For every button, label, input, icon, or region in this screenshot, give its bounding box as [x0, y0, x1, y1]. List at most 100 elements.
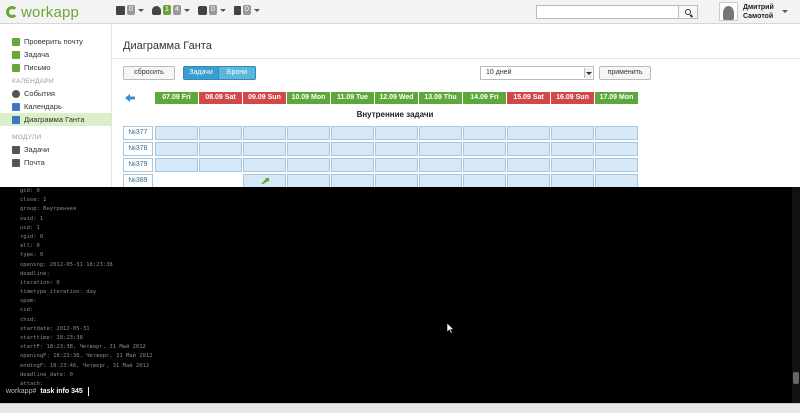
back-arrow-icon[interactable]: [125, 93, 135, 103]
sidebar-item-mail[interactable]: Почта: [0, 156, 111, 169]
console-line: group: Внутренняя: [20, 206, 77, 213]
gantt-bar-cell[interactable]: [419, 142, 462, 156]
gantt-bar-cell[interactable]: [331, 174, 374, 188]
gantt-bar-cell[interactable]: [507, 126, 550, 140]
select-arrow-icon: [584, 68, 592, 78]
gantt-bar-cell[interactable]: [419, 158, 462, 172]
gantt-bar-cell[interactable]: [243, 174, 286, 188]
gantt-bar-cell[interactable]: [287, 174, 330, 188]
gantt-bar-cell[interactable]: [331, 158, 374, 172]
console-scrollbar[interactable]: [792, 187, 800, 403]
sidebar-item-label: Проверить почту: [24, 37, 83, 46]
sidebar-item-calendar[interactable]: Календарь: [0, 100, 111, 113]
top-bar: workapp 0 1 4 0 0 Дмитрий Самотой: [0, 0, 800, 24]
user-menu-chevron-icon[interactable]: [782, 10, 788, 13]
trash-counter[interactable]: 0: [234, 5, 260, 15]
gantt-bar-cell[interactable]: [155, 142, 198, 156]
gantt-bar-cell[interactable]: [463, 126, 506, 140]
sidebar-item-tasks[interactable]: Задачи: [0, 143, 111, 156]
sidebar: Проверить почту Задача Письмо КАЛЕНДАРИ …: [0, 25, 112, 187]
main-content: Диаграмма Ганта сбросить Задачи Брони 10…: [113, 25, 800, 188]
gantt-bar-cell[interactable]: [375, 174, 418, 188]
task-row: №377: [123, 125, 639, 141]
gantt-bar-cell[interactable]: [595, 142, 638, 156]
tasks-counter[interactable]: 0: [116, 5, 144, 15]
sidebar-item-check-mail[interactable]: Проверить почту: [0, 35, 111, 48]
logo[interactable]: workapp: [6, 3, 79, 21]
console-prompt-row[interactable]: workapp# task info 345: [6, 387, 89, 396]
gantt-bar-cell[interactable]: [199, 142, 242, 156]
avatar[interactable]: [719, 2, 738, 21]
console-command-input[interactable]: task info 345: [40, 388, 82, 395]
apply-button[interactable]: применить: [599, 66, 651, 80]
gantt-bar-cell[interactable]: [463, 174, 506, 188]
gantt-bar-cell[interactable]: [551, 142, 594, 156]
user-name[interactable]: Дмитрий Самотой: [743, 3, 783, 21]
reset-button[interactable]: сбросить: [123, 66, 175, 80]
console-line: timetype_iteration: day: [20, 289, 97, 296]
gantt-bar-cell[interactable]: [375, 158, 418, 172]
logo-icon: [6, 6, 18, 18]
page-title: Диаграмма Ганта: [123, 40, 212, 52]
gantt-bar-cell[interactable]: [287, 142, 330, 156]
task-id-link[interactable]: №389: [123, 174, 153, 188]
gantt-bar-cell[interactable]: [155, 126, 198, 140]
gantt-bar-cell[interactable]: [243, 142, 286, 156]
gantt-bar-cell[interactable]: [595, 174, 638, 188]
trash-icon: [234, 5, 241, 15]
gantt-bar-cell[interactable]: [507, 174, 550, 188]
chevron-down-icon: [254, 8, 260, 12]
gantt-bar-cell[interactable]: [375, 126, 418, 140]
gantt-bar-cell[interactable]: [463, 158, 506, 172]
gantt-bar-cell[interactable]: [551, 126, 594, 140]
gantt-bar-cell[interactable]: [155, 158, 198, 172]
gantt-bar-cell[interactable]: [199, 158, 242, 172]
search-button[interactable]: [678, 5, 698, 19]
task-id-link[interactable]: №377: [123, 126, 153, 140]
chat-icon: [198, 5, 207, 15]
task-id-link[interactable]: №379: [123, 158, 153, 172]
tasks-count: 0: [127, 5, 135, 15]
letter-icon: [12, 63, 20, 72]
gantt-bar-cell[interactable]: [287, 126, 330, 140]
console-scroll-thumb[interactable]: [793, 372, 799, 384]
gantt-bar-cell[interactable]: [243, 158, 286, 172]
user-silhouette-icon: [723, 6, 734, 20]
logo-text: workapp: [21, 3, 80, 21]
gantt-bar-cell[interactable]: [375, 142, 418, 156]
gantt-bar-cell[interactable]: [199, 126, 242, 140]
gantt-bar-cell[interactable]: [595, 158, 638, 172]
gantt-bar-cell[interactable]: [507, 142, 550, 156]
chat-counter[interactable]: 0: [198, 5, 226, 15]
search-input[interactable]: [536, 5, 698, 19]
tab-bookings[interactable]: Брони: [218, 66, 256, 80]
tab-tasks[interactable]: Задачи: [183, 66, 219, 80]
sidebar-heading-calendars: КАЛЕНДАРИ: [12, 78, 55, 85]
gantt-bar-cell[interactable]: [419, 126, 462, 140]
console-line: deadline:: [20, 270, 50, 277]
gantt-bar-cell[interactable]: [243, 126, 286, 140]
gantt-bar-cell[interactable]: [331, 142, 374, 156]
sidebar-item-new-letter[interactable]: Письмо: [0, 61, 111, 74]
gantt-bar-cell[interactable]: [507, 158, 550, 172]
gantt-bar-cell[interactable]: [551, 158, 594, 172]
day-header-0: 07.09 Fri: [155, 92, 198, 104]
console-output: gid: 0 close: 1 group: Внутренняя ouid: 1 ui…: [20, 187, 152, 389]
day-header-7: 14.09 Fri: [463, 92, 506, 104]
sidebar-item-new-task[interactable]: Задача: [0, 48, 111, 61]
gantt-bar-cell[interactable]: [595, 126, 638, 140]
task-id-link[interactable]: №378: [123, 142, 153, 156]
text-cursor: [87, 387, 89, 396]
sidebar-item-gantt[interactable]: Диаграмма Ганта: [0, 113, 111, 126]
gantt-bar-cell[interactable]: [419, 174, 462, 188]
search-icon: [685, 9, 691, 15]
sidebar-item-events[interactable]: События: [0, 87, 111, 100]
console-line: ouid: 1: [20, 215, 44, 222]
gantt-bar-cell[interactable]: [331, 126, 374, 140]
gantt-bar-cell[interactable]: [463, 142, 506, 156]
users-counter[interactable]: 1 4: [152, 5, 190, 15]
day-header-6: 13.09 Thu: [419, 92, 462, 104]
gantt-bar-cell[interactable]: [287, 158, 330, 172]
gantt-bar-cell[interactable]: [551, 174, 594, 188]
period-select[interactable]: 10 дней: [480, 66, 594, 80]
